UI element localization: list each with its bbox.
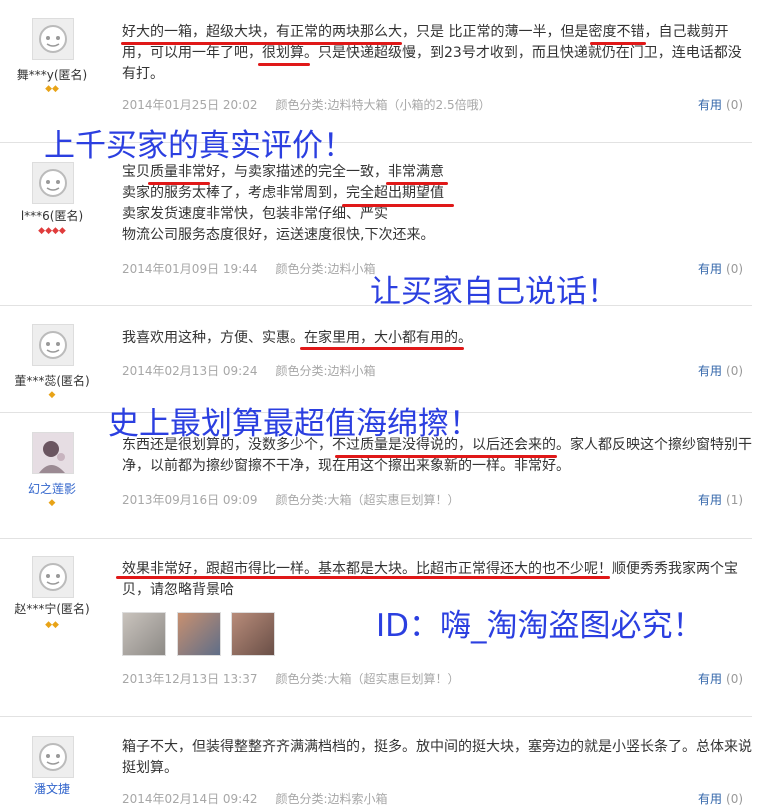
review-photo[interactable] — [177, 612, 221, 656]
highlight-underline — [205, 42, 277, 45]
avatar[interactable] — [32, 432, 74, 474]
review-meta: 2014年01月09日 19:44 颜色分类:边料小箱 — [122, 262, 376, 276]
highlight-underline — [386, 182, 448, 185]
review-photo[interactable] — [231, 612, 275, 656]
overlay-caption: 让买家自己说话！ — [370, 274, 618, 310]
rank-badge-icon: ◆ — [48, 498, 56, 508]
username: 舞***y(匿名) — [16, 68, 88, 82]
username[interactable]: 幻之莲影 — [0, 480, 104, 497]
rank-badge-icon: ◆◆ — [45, 84, 59, 94]
username: l***6(匿名) — [20, 209, 84, 223]
highlight-underline — [342, 204, 454, 207]
useful-button[interactable]: 有用 (0) — [698, 670, 743, 687]
overlay-caption: ID：嗨_淘淘盗图必究！ — [376, 608, 704, 644]
rank-badge-icon: ◆◆ — [45, 620, 59, 630]
highlight-underline — [258, 63, 310, 66]
review-text: 箱子不大，但装得整整齐齐满满档档的，挺多。放中间的挺大块，塞旁边的就是小竖长条了… — [122, 739, 752, 776]
rank-badge-icon: ◆◆◆◆ — [38, 226, 66, 236]
review-meta: 2013年09月16日 09:09 颜色分类:大箱（超实惠巨划算！） — [122, 493, 460, 507]
review-text: 效果非常好，跟超市得比一样。基本都是大块。比超市正常得还大的也不少呢！顺便秀秀我… — [122, 561, 738, 598]
divider — [0, 716, 752, 717]
review-meta: 2014年02月14日 09:42 颜色分类:边料索小箱 — [122, 792, 388, 806]
avatar[interactable] — [32, 736, 74, 778]
review-meta: 2014年02月13日 09:24 颜色分类:边料小箱 — [122, 364, 376, 378]
review-text: 好大的一箱，超级大块，有正常的两块那么大，只是 比正常的薄一半，但是密度不错，自… — [122, 24, 742, 82]
avatar[interactable] — [32, 18, 74, 60]
highlight-underline — [121, 42, 209, 45]
useful-button[interactable]: 有用 (0) — [698, 96, 743, 113]
review-text: 我喜欢用这种，方便、实惠。在家里用，大小都有用的。 — [122, 330, 472, 346]
useful-button[interactable]: 有用 (0) — [698, 790, 743, 807]
username: 董***蕊(匿名) — [14, 374, 90, 388]
useful-button[interactable]: 有用 (1) — [698, 491, 743, 508]
overlay-caption: 上千买家的真实评价！ — [44, 128, 354, 164]
overlay-caption: 史上最划算最超值海绵擦！ — [108, 406, 480, 442]
avatar[interactable] — [32, 162, 74, 204]
rank-badge-icon: ◆ — [48, 390, 56, 400]
username: 赵***宁(匿名) — [14, 602, 90, 616]
review-photo[interactable] — [122, 612, 166, 656]
username[interactable]: 潘文捷 — [0, 780, 104, 797]
review-meta: 2014年01月25日 20:02 颜色分类:边料特大箱（小箱的2.5倍哦） — [122, 98, 491, 112]
highlight-underline — [300, 347, 464, 350]
avatar[interactable] — [32, 324, 74, 366]
highlight-underline — [148, 182, 210, 185]
highlight-underline — [590, 42, 646, 45]
divider — [0, 538, 752, 539]
highlight-underline — [116, 576, 610, 579]
highlight-underline — [335, 455, 557, 458]
useful-button[interactable]: 有用 (0) — [698, 362, 743, 379]
useful-button[interactable]: 有用 (0) — [698, 260, 743, 277]
avatar[interactable] — [32, 556, 74, 598]
highlight-underline — [274, 42, 402, 45]
review-meta: 2013年12月13日 13:37 颜色分类:大箱（超实惠巨划算！） — [122, 672, 460, 686]
